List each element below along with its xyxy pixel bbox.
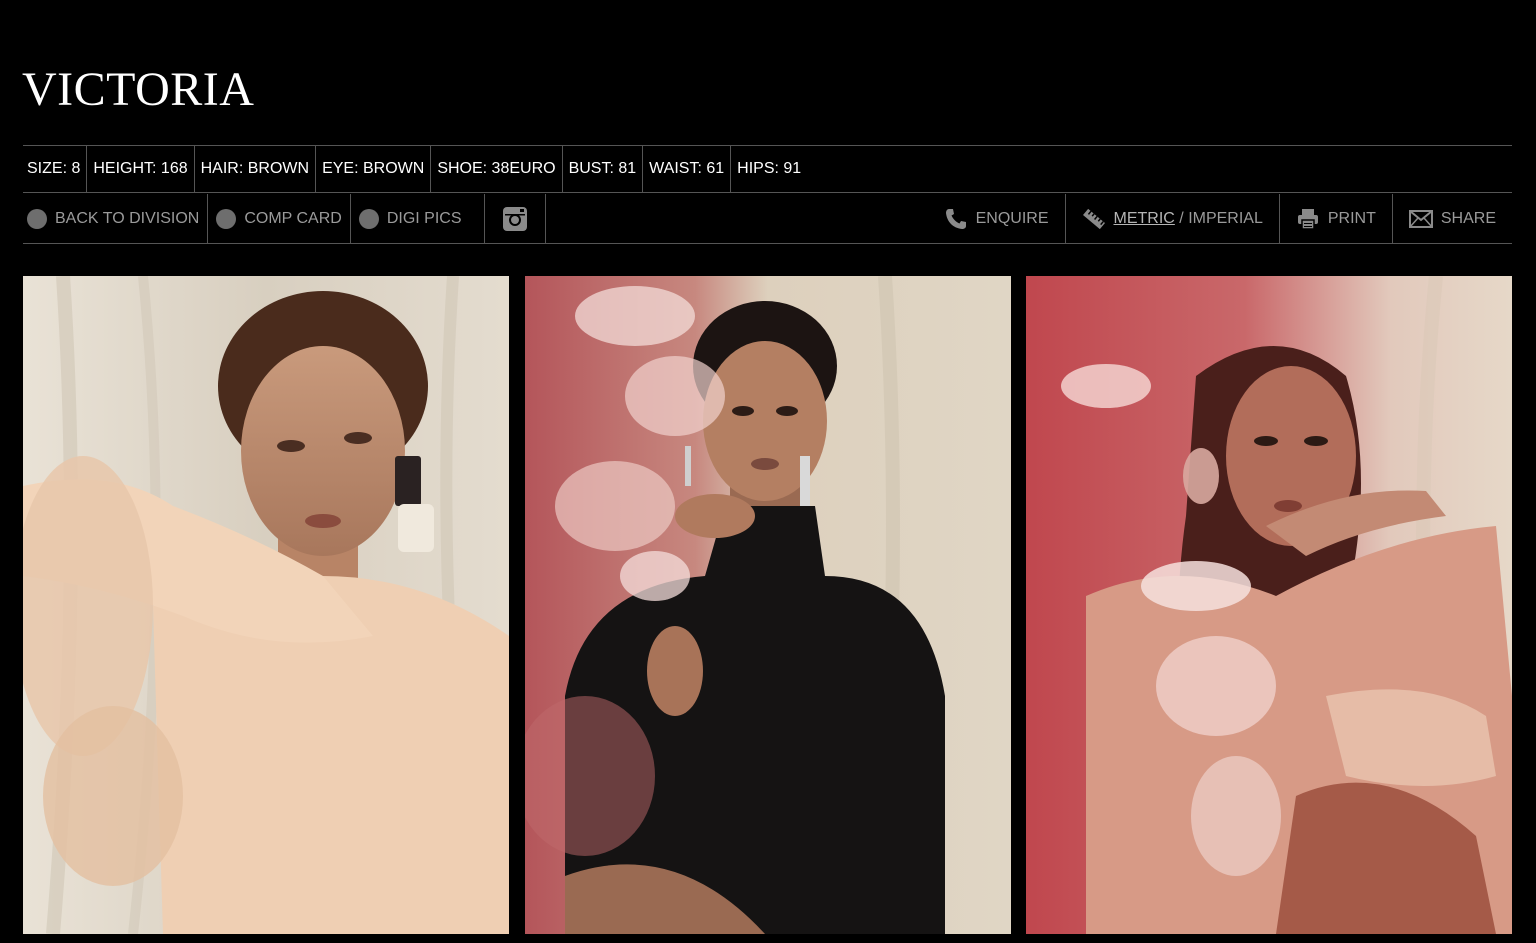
stat-hair: HAIR: BROWN [195,146,317,192]
instagram-icon [502,206,528,232]
digi-pics-button[interactable]: DIGI PICS [349,194,484,243]
enquire-label: ENQUIRE [975,209,1049,227]
stat-eye: EYE: BROWN [316,146,432,192]
unit-separator: / [1174,209,1189,227]
action-bar: BACK TO DIVISION COMP CARD DIGI PICS ENQ… [23,194,1512,244]
printer-icon [1296,207,1320,231]
enquire-button[interactable]: ENQUIRE [936,194,1066,243]
portfolio-photo-3[interactable] [1026,276,1512,934]
comp-card-label: COMP CARD [244,209,342,227]
imperial-link[interactable]: IMPERIAL [1188,210,1263,227]
stat-hips: HIPS: 91 [737,160,802,177]
instagram-button[interactable] [483,194,546,243]
stat-waist: WAIST: 61 [643,146,732,192]
stat-height: HEIGHT: 168 [87,146,195,192]
circle-icon [27,208,47,229]
unit-toggle[interactable]: METRIC / IMPERIAL [1066,194,1280,243]
metric-link[interactable]: METRIC [1114,210,1175,227]
action-bar-spacer [546,194,936,243]
phone-icon [944,207,968,231]
share-button[interactable]: SHARE [1393,194,1512,243]
measurements-bar: SIZE: 8 HEIGHT: 168 HAIR: BROWN EYE: BRO… [23,145,1512,193]
ruler-icon [1082,207,1106,231]
stat-bust: BUST: 81 [563,146,644,192]
digi-pics-label: DIGI PICS [386,209,462,227]
portfolio-photo-1[interactable] [23,276,509,934]
share-label: SHARE [1440,209,1496,227]
circle-icon [358,208,379,229]
envelope-icon [1408,209,1433,228]
model-profile-page: VICTORIA SIZE: 8 HEIGHT: 168 HAIR: BROWN… [0,0,1536,943]
stat-size: SIZE: 8 [23,146,88,192]
back-to-division-button[interactable]: BACK TO DIVISION [23,194,207,243]
circle-icon [216,208,237,229]
comp-card-button[interactable]: COMP CARD [207,194,350,243]
print-label: PRINT [1327,209,1376,227]
print-button[interactable]: PRINT [1280,194,1393,243]
stat-shoe: SHOE: 38EURO [431,146,563,192]
back-to-division-label: BACK TO DIVISION [55,209,200,227]
model-name: VICTORIA [22,63,255,116]
portfolio-photo-2[interactable] [525,276,1011,934]
